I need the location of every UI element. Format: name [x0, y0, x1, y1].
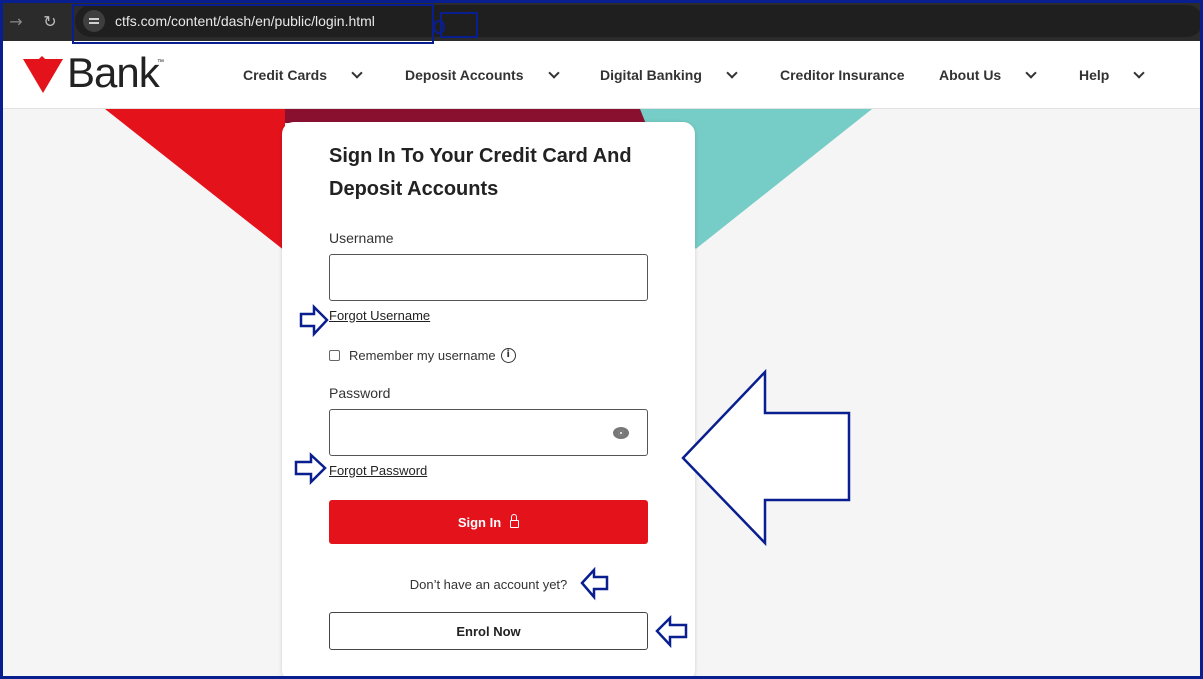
chevron-down-icon[interactable] — [726, 67, 738, 79]
logo-text: Bank — [67, 49, 160, 96]
username-field[interactable] — [329, 254, 648, 301]
lock-icon — [510, 514, 520, 528]
annotation-arrow-forgot-password — [294, 452, 327, 486]
chevron-down-icon[interactable] — [1025, 67, 1037, 79]
login-card: Sign In To Your Credit Card And Deposit … — [282, 122, 695, 679]
nav-deposit-accounts[interactable]: Deposit Accounts — [405, 41, 560, 109]
enrol-now-label: Enrol Now — [456, 623, 521, 639]
username-input[interactable] — [330, 255, 647, 300]
nav-label: About Us — [939, 67, 1002, 83]
trademark: ™ — [157, 59, 164, 66]
nav-label: Help — [1079, 67, 1110, 83]
enrol-now-button[interactable]: Enrol Now — [329, 612, 648, 650]
sign-in-label: Sign In — [457, 514, 502, 530]
nav-help[interactable]: Help — [1079, 41, 1146, 109]
forgot-username-link[interactable]: Forgot Username — [329, 308, 430, 323]
nav-label: Deposit Accounts — [405, 67, 524, 83]
chevron-down-icon[interactable] — [547, 67, 560, 79]
nav-label: Digital Banking — [600, 67, 702, 83]
remember-username-label[interactable]: Remember my username — [349, 348, 496, 363]
password-field[interactable] — [329, 409, 648, 456]
highlight-box — [433, 12, 478, 38]
decorative-dark-band — [285, 109, 688, 123]
nav-label: Creditor Insurance — [780, 67, 905, 83]
remember-username-checkbox[interactable] — [329, 350, 340, 361]
nav-creditor-insurance[interactable]: Creditor Insurance — [780, 41, 904, 109]
remember-username-row: Remember my username i — [329, 348, 516, 363]
nav-about-us[interactable]: About Us — [939, 41, 1037, 109]
site-header: Bank ™ Credit Cards Deposit Accounts Dig… — [3, 41, 1200, 109]
show-password-eye-icon[interactable] — [613, 427, 629, 439]
logo-v-mark — [23, 59, 63, 93]
forward-icon[interactable]: → — [5, 11, 27, 33]
annotation-arrow-large — [681, 368, 851, 547]
url-highlight-box — [72, 4, 434, 44]
info-icon[interactable]: i — [500, 348, 516, 363]
annotation-arrow-no-account — [580, 566, 609, 601]
chevron-down-icon[interactable] — [1133, 67, 1146, 79]
password-input[interactable] — [330, 410, 647, 455]
chevron-down-icon[interactable] — [351, 67, 363, 79]
annotation-arrow-enrol-now — [655, 614, 688, 649]
forgot-password-link[interactable]: Forgot Password — [329, 463, 427, 478]
annotation-arrow-forgot-username — [299, 303, 329, 338]
nav-digital-banking[interactable]: Digital Banking — [600, 41, 738, 109]
nav-credit-cards[interactable]: Credit Cards — [243, 41, 363, 109]
login-title: Sign In To Your Credit Card And Deposit … — [329, 145, 632, 200]
no-account-text: Don’t have an account yet? — [409, 577, 568, 592]
reload-icon[interactable]: ↻ — [39, 11, 61, 33]
password-label: Password — [329, 385, 391, 401]
username-label: Username — [329, 230, 394, 246]
sign-in-button[interactable]: Sign In — [329, 500, 648, 544]
nav-label: Credit Cards — [243, 67, 328, 83]
decorative-red-triangle — [105, 109, 285, 251]
